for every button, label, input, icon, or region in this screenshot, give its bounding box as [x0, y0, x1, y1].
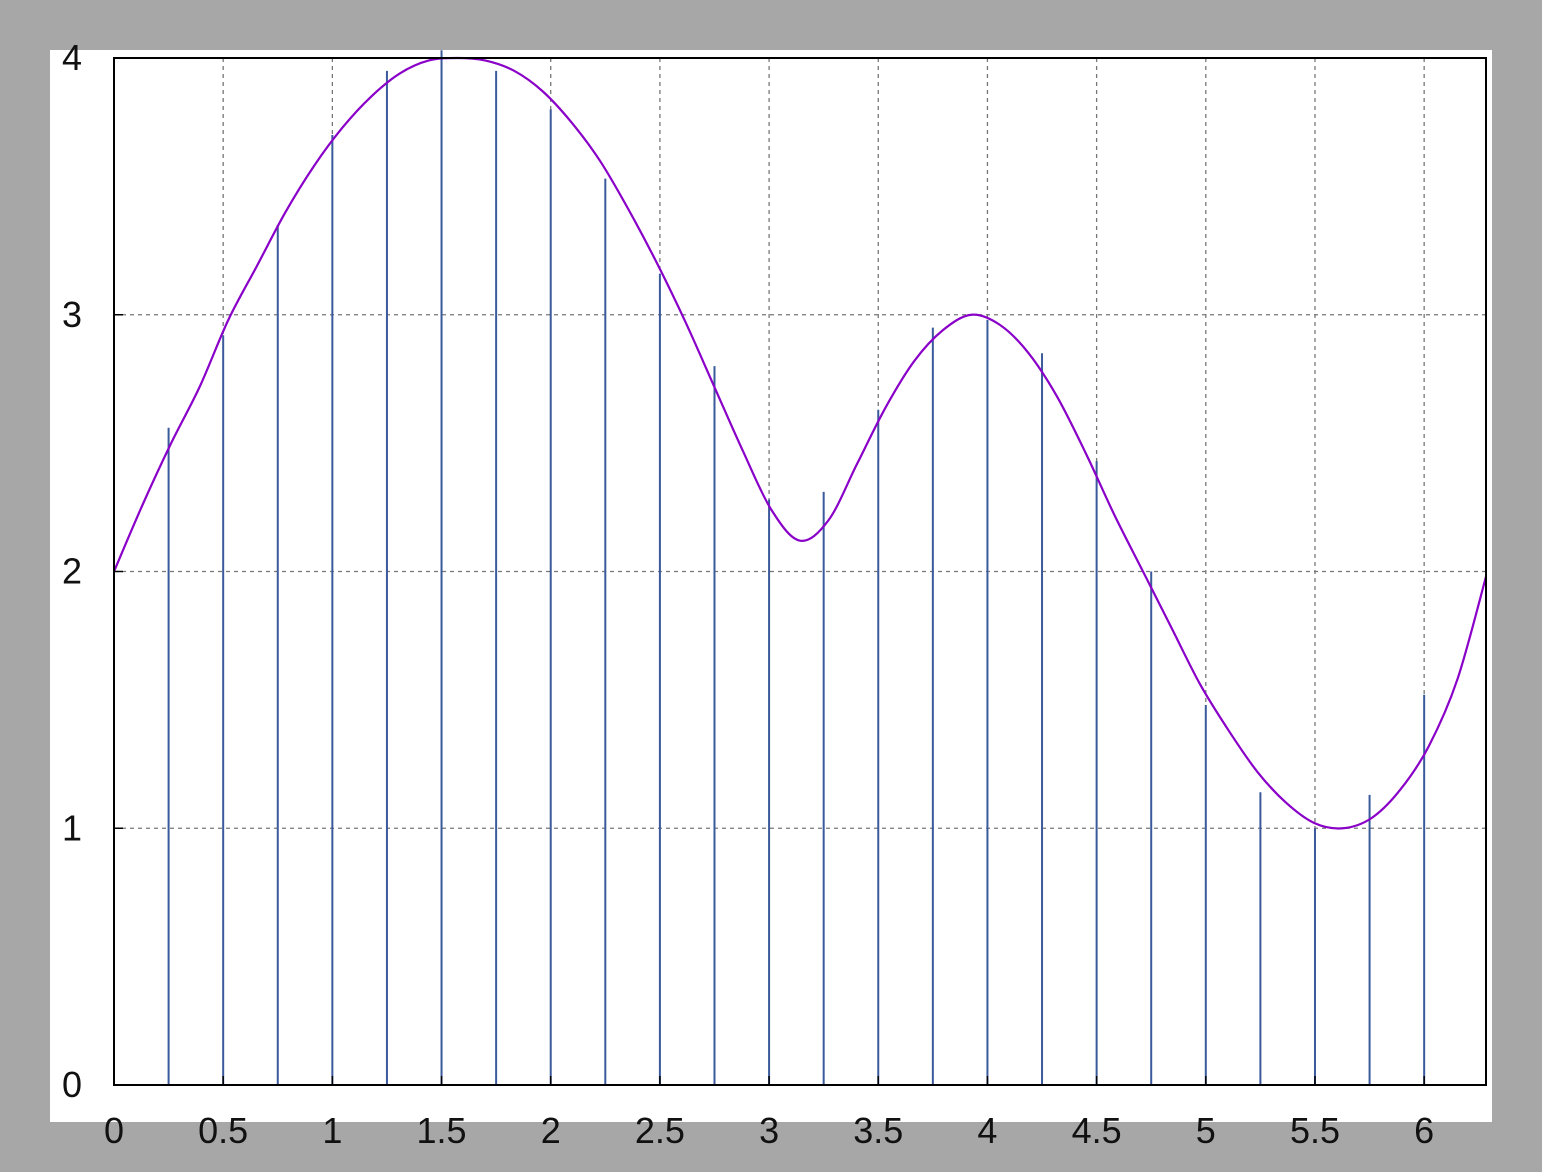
x-tick-label-2: 1 — [322, 1110, 342, 1151]
x-tick-label-9: 4.5 — [1072, 1110, 1122, 1151]
y-tick-label-0: 0 — [62, 1064, 82, 1105]
stem-line-chart: 0 0.5 1 1.5 2 2.5 3 3.5 4 4.5 5 5.5 6 0 1 2 3 4 — [50, 37, 1492, 1151]
x-tick-label-12: 6 — [1414, 1110, 1434, 1151]
x-tick-label-3: 1.5 — [417, 1110, 467, 1151]
x-tick-label-7: 3.5 — [853, 1110, 903, 1151]
y-tick-label-4: 4 — [62, 37, 82, 78]
x-tick-label-6: 3 — [759, 1110, 779, 1151]
plot-background — [50, 50, 1492, 1122]
x-tick-label-4: 2 — [541, 1110, 561, 1151]
x-tick-label-8: 4 — [977, 1110, 997, 1151]
x-tick-label-1: 0.5 — [198, 1110, 248, 1151]
x-tick-label-0: 0 — [104, 1110, 124, 1151]
y-tick-label-3: 3 — [62, 294, 82, 335]
y-tick-label-1: 1 — [62, 807, 82, 848]
x-tick-label-10: 5 — [1196, 1110, 1216, 1151]
x-tick-label-11: 5.5 — [1290, 1110, 1340, 1151]
x-tick-label-5: 2.5 — [635, 1110, 685, 1151]
y-tick-label-2: 2 — [62, 551, 82, 592]
